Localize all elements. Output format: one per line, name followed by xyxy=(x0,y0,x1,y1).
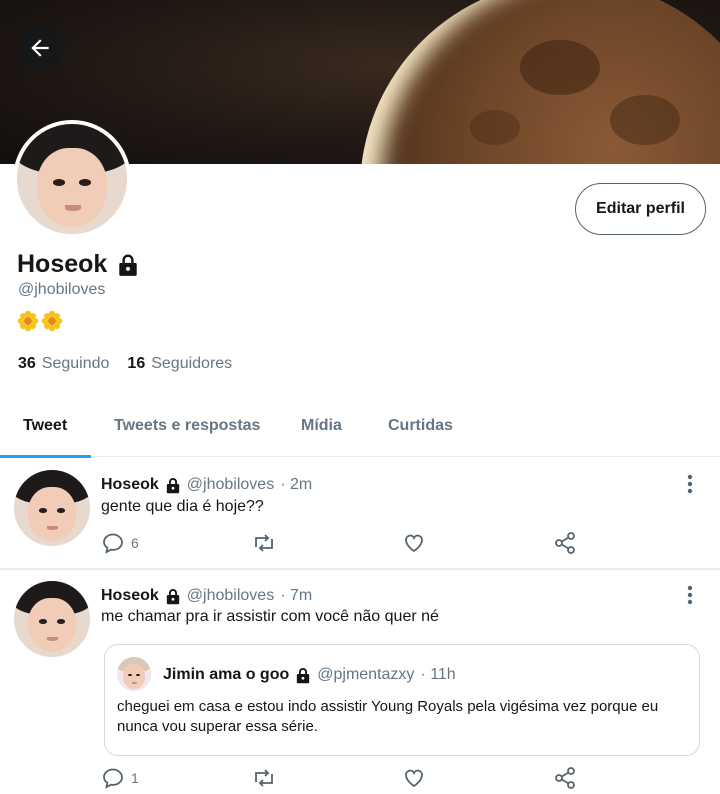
share-button[interactable] xyxy=(553,766,577,790)
tweet-avatar[interactable] xyxy=(14,581,90,657)
profile-tabs: Tweet Tweets e respostas Mídia Curtidas xyxy=(0,395,720,457)
reply-count: 1 xyxy=(131,770,139,786)
quoted-tweet-text: cheguei em casa e estou indo assistir Yo… xyxy=(117,698,659,735)
retweet-icon xyxy=(255,534,273,552)
reply-button[interactable]: 6 xyxy=(101,531,139,555)
tab-media[interactable]: Mídia xyxy=(301,395,342,457)
profile-handle: @jhobiloves xyxy=(18,281,106,298)
profile-display-name: Hoseok xyxy=(17,250,108,278)
retweet-button[interactable] xyxy=(251,766,277,790)
reply-count: 6 xyxy=(131,535,139,551)
lock-icon xyxy=(166,477,179,493)
profile-avatar[interactable] xyxy=(13,120,131,238)
sunflower-emoji-icon xyxy=(17,310,39,332)
tweet-avatar[interactable] xyxy=(14,470,90,546)
like-icon xyxy=(405,534,423,553)
share-button[interactable] xyxy=(553,531,577,555)
retweet-icon xyxy=(255,769,273,787)
reply-icon xyxy=(103,533,123,554)
lock-icon xyxy=(297,667,310,683)
quoted-tweet-author-name: Jimin ama o goo xyxy=(163,666,290,683)
tab-likes[interactable]: Curtidas xyxy=(388,395,453,457)
more-vertical-icon[interactable] xyxy=(680,583,700,607)
tweet-text: gente que dia é hoje?? xyxy=(101,498,264,515)
retweet-button[interactable] xyxy=(251,531,277,555)
tweet-author-name[interactable]: Hoseok xyxy=(101,587,159,605)
like-button[interactable] xyxy=(402,766,426,790)
tweet-header: Hoseok @jhobiloves · 7m xyxy=(101,587,312,605)
reply-button[interactable]: 1 xyxy=(101,766,139,790)
quoted-tweet[interactable]: Jimin ama o goo @pjmentazxy · 11h chegue… xyxy=(104,644,700,756)
following-stat[interactable]: 36 Seguindo xyxy=(18,355,109,373)
like-icon xyxy=(405,769,423,788)
tweet-actions: 6 xyxy=(101,531,581,559)
edit-profile-button[interactable]: Editar perfil xyxy=(575,183,706,235)
sunflower-emoji-icon xyxy=(41,310,63,332)
tweet-header: Hoseok @jhobiloves · 2m xyxy=(101,476,312,494)
lock-icon xyxy=(119,254,138,276)
back-arrow-icon xyxy=(31,39,49,57)
reply-icon xyxy=(103,768,123,789)
active-tab-indicator xyxy=(0,455,91,458)
tweet-divider xyxy=(0,568,720,570)
tab-tweets[interactable]: Tweet xyxy=(23,395,67,457)
tweet-timestamp[interactable]: · 2m xyxy=(280,476,312,494)
back-button[interactable] xyxy=(17,25,63,71)
share-icon xyxy=(555,532,575,554)
tweet-timestamp[interactable]: · 7m xyxy=(280,587,312,605)
more-vertical-icon[interactable] xyxy=(680,472,700,496)
profile-name-row: Hoseok xyxy=(17,250,139,279)
share-icon xyxy=(555,767,575,789)
tweet-text: me chamar pra ir assistir com você não q… xyxy=(101,608,439,625)
quoted-tweet-avatar[interactable] xyxy=(117,657,151,691)
lock-icon xyxy=(166,588,179,604)
profile-bio xyxy=(17,310,63,332)
like-button[interactable] xyxy=(402,531,426,555)
profile-stats: 36 Seguindo 16 Seguidores xyxy=(18,355,232,373)
tweet-author-handle[interactable]: @jhobiloves xyxy=(187,587,274,605)
quoted-tweet-timestamp: · 11h xyxy=(420,666,456,683)
tab-tweets-and-replies[interactable]: Tweets e respostas xyxy=(114,395,260,457)
tweet-author-handle[interactable]: @jhobiloves xyxy=(187,476,274,494)
quoted-tweet-author-handle: @pjmentazxy xyxy=(317,666,415,683)
tweet-author-name[interactable]: Hoseok xyxy=(101,476,159,494)
tweet-actions: 1 xyxy=(101,766,581,794)
quoted-tweet-header: Jimin ama o goo @pjmentazxy · 11h xyxy=(163,666,456,684)
followers-stat[interactable]: 16 Seguidores xyxy=(127,355,232,373)
